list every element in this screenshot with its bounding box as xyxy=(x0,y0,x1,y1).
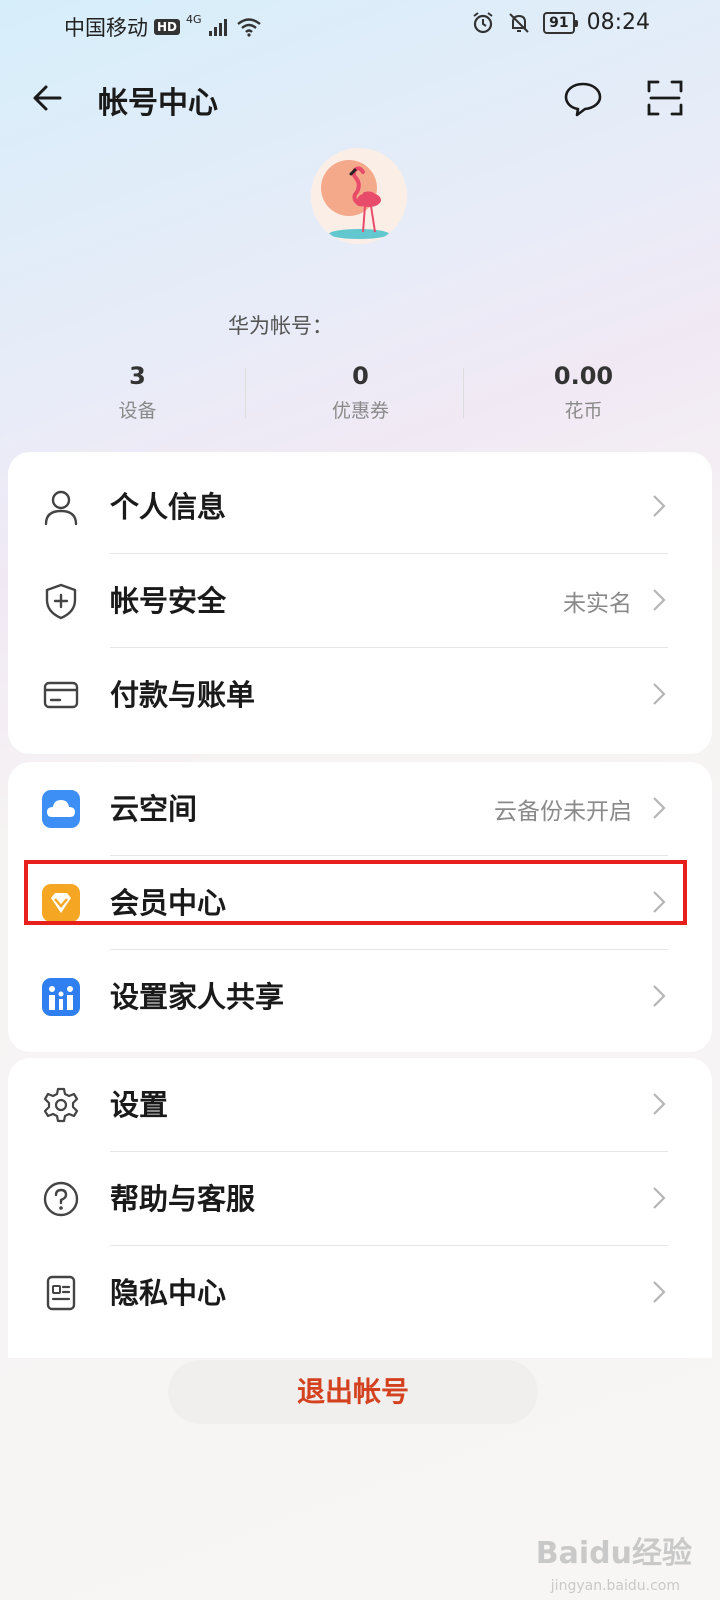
menu-item-personal-info[interactable]: 个人信息 xyxy=(8,460,712,554)
logout-button[interactable]: 退出帐号 xyxy=(168,1360,538,1424)
menu-item-label: 设置 xyxy=(110,1088,169,1122)
menu-item-cloud-space[interactable]: 云空间 云备份未开启 xyxy=(8,762,712,856)
menu-item-label: 付款与账单 xyxy=(110,678,256,712)
menu-item-value: 未实名 xyxy=(563,591,632,617)
menu-item-label: 个人信息 xyxy=(110,490,227,524)
stat-label: 设备 xyxy=(118,400,157,422)
status-right: 91 08:24 xyxy=(471,10,650,35)
menu-item-privacy-center[interactable]: 隐私中心 xyxy=(8,1246,712,1340)
status-left: 中国移动 HD 4G xyxy=(64,12,262,42)
scan-icon[interactable] xyxy=(645,78,685,118)
account-stats: 3 设备 0 优惠券 0.00 花币 xyxy=(0,362,720,426)
avatar[interactable] xyxy=(311,148,407,244)
battery-indicator: 91 xyxy=(543,11,579,34)
menu-item-label: 设置家人共享 xyxy=(110,980,285,1014)
person-icon xyxy=(44,490,78,526)
menu-item-account-security[interactable]: 帐号安全 未实名 xyxy=(8,554,712,648)
signal-icon xyxy=(208,19,227,36)
chevron-right-icon xyxy=(653,1281,666,1303)
menu-item-settings[interactable]: 设置 xyxy=(8,1058,712,1152)
menu-item-label: 帐号安全 xyxy=(110,584,227,618)
menu-group-account: 个人信息 帐号安全 未实名 付款与账单 xyxy=(8,452,712,754)
stat-value: 0.00 xyxy=(553,362,614,390)
chevron-right-icon xyxy=(653,495,666,517)
stat-divider xyxy=(463,368,464,418)
stat-label: 花币 xyxy=(564,400,603,422)
menu-item-label: 隐私中心 xyxy=(110,1276,227,1310)
carrier-name: 中国移动 xyxy=(64,16,148,40)
alarm-icon xyxy=(473,11,493,33)
chevron-right-icon xyxy=(653,797,666,819)
menu-item-payment-billing[interactable]: 付款与账单 xyxy=(8,648,712,742)
flamingo-avatar-image xyxy=(311,148,407,244)
baidu-watermark: Baidu经验 xyxy=(535,1536,692,1571)
watermark-url: jingyan.baidu.com xyxy=(550,1578,680,1594)
highlight-annotation xyxy=(24,860,687,925)
cloud-icon xyxy=(42,790,80,828)
menu-item-family-sharing[interactable]: 设置家人共享 xyxy=(8,950,712,1044)
menu-item-help-service[interactable]: 帮助与客服 xyxy=(8,1152,712,1246)
stat-label: 优惠券 xyxy=(331,400,389,422)
chevron-right-icon xyxy=(653,1187,666,1209)
chevron-right-icon xyxy=(653,985,666,1007)
stat-coupons[interactable]: 0 优惠券 xyxy=(249,362,472,426)
privacy-icon xyxy=(46,1275,76,1311)
stat-value: 0 xyxy=(352,362,369,390)
shield-icon xyxy=(45,583,77,620)
chevron-right-icon xyxy=(653,589,666,611)
card-icon xyxy=(43,681,79,709)
app-header: 帐号中心 xyxy=(0,66,720,130)
status-bar: 中国移动 HD 4G 91 08:24 xyxy=(0,0,720,52)
gear-icon xyxy=(43,1087,79,1123)
family-icon xyxy=(42,978,80,1016)
wifi-icon xyxy=(236,18,261,37)
hd-badge: HD xyxy=(154,19,181,35)
stat-divider xyxy=(245,368,246,418)
stat-huawei-coins[interactable]: 0.00 花币 xyxy=(472,362,695,426)
help-icon xyxy=(43,1181,79,1217)
account-label: 华为帐号： xyxy=(228,314,333,338)
page-title: 帐号中心 xyxy=(98,86,218,121)
mute-icon xyxy=(509,12,529,33)
stat-devices[interactable]: 3 设备 xyxy=(26,362,249,426)
stat-value: 3 xyxy=(129,362,146,390)
clock: 08:24 xyxy=(586,10,650,35)
menu-item-label: 云空间 xyxy=(110,792,198,826)
chevron-right-icon xyxy=(653,683,666,705)
arrow-left-icon[interactable] xyxy=(28,78,68,118)
network-type: 4G xyxy=(186,12,202,26)
chevron-right-icon xyxy=(653,1093,666,1115)
chat-bubble-icon[interactable] xyxy=(563,78,603,118)
menu-group-settings: 设置 帮助与客服 隐私中心 xyxy=(8,1058,712,1358)
menu-item-label: 帮助与客服 xyxy=(110,1182,256,1216)
menu-item-value: 云备份未开启 xyxy=(494,799,632,825)
